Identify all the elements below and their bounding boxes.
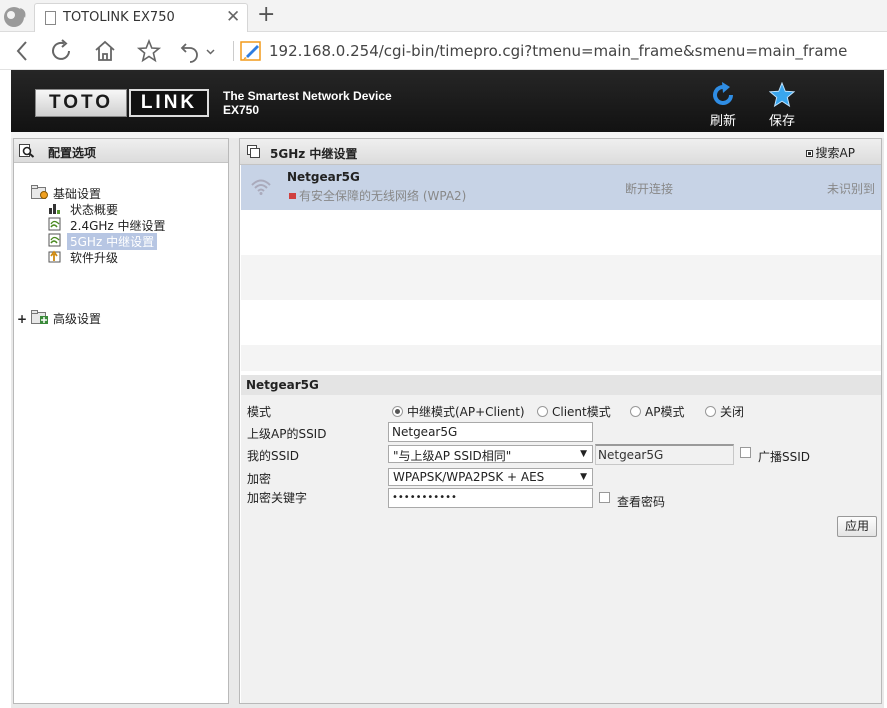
tree-item-label: 5GHz 中继设置	[67, 233, 158, 250]
dropdown-arrow-icon: ▼	[580, 449, 587, 459]
detail-title: Netgear5G	[241, 375, 881, 395]
ap-list-empty-row	[241, 345, 881, 371]
ap-ssid: Netgear5G	[287, 170, 360, 184]
wifi-doc-icon	[48, 233, 61, 247]
ap-security-text: 有安全保障的无线网络 (WPA2)	[299, 189, 467, 203]
bookmark-star-icon[interactable]	[136, 38, 162, 64]
broadcast-ssid-label: 广播SSID	[758, 450, 811, 464]
tagline-text: The Smartest Network Device	[223, 89, 392, 103]
logo-part-left: TOTO	[35, 89, 127, 117]
lock-icon	[289, 193, 296, 199]
mode-radio-ap[interactable]: AP模式	[630, 403, 684, 420]
mode-option-label: Client模式	[552, 405, 611, 419]
dropdown-arrow-icon: ▼	[580, 472, 587, 482]
expand-toggle[interactable]: +	[17, 312, 27, 326]
key-password-input[interactable]: •••••••••••	[388, 488, 593, 508]
sidebar-header: 配置选项	[14, 139, 228, 163]
save-star-icon	[769, 82, 795, 108]
status-chart-icon	[49, 204, 60, 214]
radio	[537, 406, 548, 417]
radio-selected	[392, 406, 403, 417]
ap-list-empty-row	[241, 210, 881, 255]
folder-plus-icon	[31, 310, 48, 324]
tree-item-label: 软件升级	[70, 251, 119, 265]
tree-group-label: 高级设置	[53, 312, 102, 326]
my-ssid-select-value: "与上级AP SSID相同"	[393, 449, 512, 463]
ap-list-row[interactable]: Netgear5G 有安全保障的无线网络 (WPA2) 断开连接 未识别到	[241, 165, 881, 210]
ap-security: 有安全保障的无线网络 (WPA2)	[289, 187, 466, 204]
tree-group-label: 基础设置	[53, 187, 102, 201]
apply-button[interactable]: 应用	[837, 516, 877, 537]
browser-logo-icon	[4, 7, 26, 27]
url-separator	[233, 41, 234, 61]
tagline: The Smartest Network Device EX750	[223, 89, 392, 117]
router-page: TOTO LINK The Smartest Network Device EX…	[11, 70, 884, 708]
reload-icon[interactable]	[49, 38, 75, 64]
show-password-label: 查看密码	[617, 495, 666, 509]
refresh-label: 刷新	[709, 114, 736, 129]
radio	[705, 406, 716, 417]
mode-radio-off[interactable]: 关闭	[705, 403, 744, 420]
tab-title: TOTOLINK EX750	[63, 10, 175, 25]
back-icon[interactable]	[10, 38, 36, 64]
browser-nav-bar: 192.168.0.254/cgi-bin/timepro.cgi?tmenu=…	[0, 32, 887, 70]
radio	[630, 406, 641, 417]
wifi-doc-icon	[48, 217, 61, 231]
broadcast-ssid-checkbox[interactable]	[740, 447, 751, 458]
save-label: 保存	[768, 114, 795, 129]
mode-option-label: 中继模式(AP+Client)	[407, 405, 525, 419]
upgrade-icon	[48, 250, 61, 263]
my-ssid-display: Netgear5G	[595, 444, 734, 465]
mode-option-label: AP模式	[645, 405, 685, 419]
router-header: TOTO LINK The Smartest Network Device EX…	[11, 70, 884, 132]
browser-tab-bar: TOTOLINK EX750 ✕ +	[0, 0, 887, 32]
content-panel: 5GHz 中继设置 搜索AP Netgear5G 有安全保障的无线网络 (WPA…	[239, 138, 882, 704]
window-icon	[247, 145, 260, 158]
ap-connection-status: 断开连接	[625, 182, 674, 196]
mode-option-label: 关闭	[720, 405, 745, 419]
tree-item-label: 状态概要	[70, 203, 119, 217]
model-name: EX750	[223, 103, 260, 117]
encrypt-select-value: WPAPSK/WPA2PSK + AES	[393, 470, 545, 484]
folder-gear-icon	[31, 185, 48, 199]
search-config-icon	[19, 144, 35, 158]
my-ssid-label: 我的SSID	[247, 449, 300, 463]
upper-ssid-input[interactable]: Netgear5G	[388, 422, 593, 442]
upper-ssid-label: 上级AP的SSID	[247, 427, 327, 441]
mode-label: 模式	[247, 405, 272, 419]
wifi-signal-icon	[251, 179, 271, 195]
sidebar-title: 配置选项	[48, 146, 97, 160]
search-ap-button[interactable]: 搜索AP	[805, 144, 855, 161]
key-label: 加密关键字	[247, 491, 308, 505]
site-rocket-icon	[240, 41, 261, 61]
save-button[interactable]: 保存	[762, 82, 802, 129]
ap-list-empty-row	[241, 255, 881, 300]
mode-radio-repeater[interactable]: 中继模式(AP+Client)	[392, 403, 525, 420]
address-bar[interactable]: 192.168.0.254/cgi-bin/timepro.cgi?tmenu=…	[269, 42, 847, 60]
search-ap-label: 搜索AP	[815, 146, 855, 160]
browser-tab[interactable]: TOTOLINK EX750 ✕	[34, 3, 248, 32]
home-icon[interactable]	[92, 38, 118, 64]
ap-identification: 未识别到	[826, 182, 875, 196]
close-tab-icon[interactable]: ✕	[226, 7, 240, 27]
config-sidebar: 配置选项 基础设置 状态概要 2.4GHz 中继设置 5GHz 中继设置 软件升…	[13, 138, 229, 704]
new-tab-button[interactable]: +	[257, 2, 275, 28]
totolink-logo: TOTO LINK	[35, 89, 209, 117]
content-header: 5GHz 中继设置 搜索AP	[240, 139, 881, 165]
content-title: 5GHz 中继设置	[270, 147, 358, 161]
mode-radio-client[interactable]: Client模式	[537, 403, 611, 420]
search-ap-icon	[805, 150, 813, 157]
show-password-checkbox[interactable]	[599, 492, 610, 503]
my-ssid-select[interactable]: "与上级AP SSID相同" ▼	[388, 445, 593, 463]
encrypt-label: 加密	[247, 472, 272, 486]
ap-detail-form: Netgear5G 模式 中继模式(AP+Client) Client模式 AP…	[241, 375, 881, 703]
encrypt-select[interactable]: WPAPSK/WPA2PSK + AES ▼	[388, 468, 593, 486]
tree-item-label: 2.4GHz 中继设置	[70, 219, 166, 233]
page-icon	[45, 11, 56, 25]
undo-history-icon[interactable]	[178, 38, 220, 64]
ap-list-empty-row	[241, 300, 881, 345]
logo-part-right: LINK	[129, 89, 209, 117]
refresh-button[interactable]: 刷新	[703, 82, 743, 129]
refresh-icon	[713, 82, 733, 105]
